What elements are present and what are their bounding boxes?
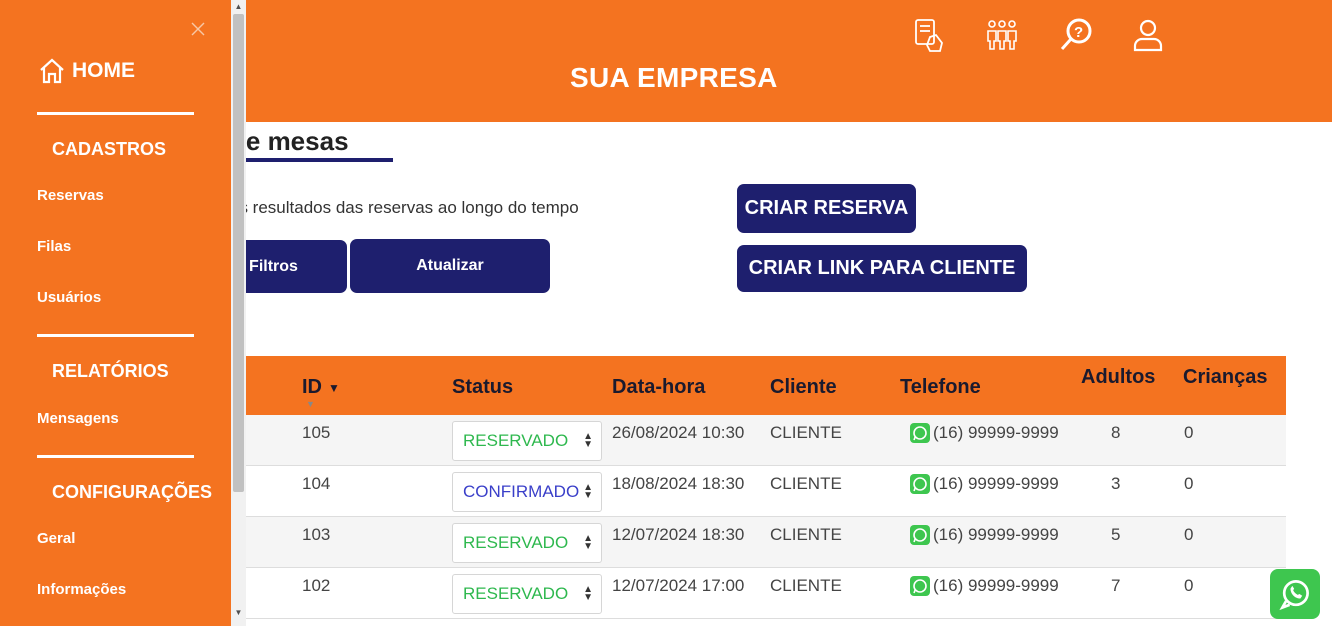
cell-id: 105 (302, 423, 331, 442)
cell-id: 104 (302, 474, 331, 493)
column-header-telefone[interactable]: Telefone (900, 376, 981, 399)
table-row[interactable]: 102 RESERVADO ▲ ▼ 12/07/2024 17:00 CLIENT… (200, 568, 1286, 619)
cell-datahora: 12/07/2024 17:00 (612, 576, 745, 595)
cell-criancas: 0 (1184, 474, 1194, 493)
cell-cliente: CLIENTE (770, 423, 842, 442)
select-caret-icon: ▲ ▼ (583, 584, 593, 603)
sidebar-item-reservas[interactable]: Reservas (37, 187, 104, 204)
status-value: CONFIRMADO (463, 482, 580, 501)
status-select[interactable]: RESERVADO ▲ ▼ (452, 523, 602, 563)
whatsapp-icon[interactable] (910, 576, 930, 596)
cell-datahora: 26/08/2024 10:30 (612, 423, 745, 442)
sidebar-item-informacoes[interactable]: Informações (37, 581, 126, 598)
criar-link-cliente-button[interactable]: CRIAR LINK PARA CLIENTE (737, 245, 1027, 292)
cell-id: 103 (302, 525, 331, 544)
cell-telefone[interactable]: (16) 99999-9999 (933, 576, 1059, 596)
sidebar-divider (37, 334, 194, 337)
whatsapp-icon[interactable] (910, 525, 930, 545)
sidebar-section-cadastros: CADASTROS (52, 139, 167, 159)
scroll-up-icon[interactable]: ▲ (234, 2, 243, 11)
cell-adultos: 3 (1111, 474, 1121, 493)
status-select[interactable]: CONFIRMADO ▲ ▼ (452, 472, 602, 512)
cell-criancas: 0 (1184, 525, 1194, 544)
home-icon (40, 58, 64, 84)
select-caret-icon: ▲ ▼ (583, 533, 593, 552)
cell-cliente: CLIENTE (770, 474, 842, 493)
table-header: ID ▼ Status Data-hora Cliente Telefone Ad… (200, 356, 1286, 415)
column-header-cliente[interactable]: Cliente (770, 376, 837, 399)
cell-criancas: 0 (1184, 576, 1194, 595)
whatsapp-float-button[interactable] (1270, 569, 1320, 619)
sidebar-divider (37, 112, 194, 115)
search-help-icon[interactable]: ? (1059, 17, 1093, 53)
sidebar-home-label: HOME (72, 59, 135, 82)
title-underline (230, 158, 393, 162)
select-caret-icon: ▲ ▼ (583, 431, 593, 450)
page-subtitle: os resultados das reservas ao longo do t… (230, 198, 579, 217)
svg-text:?: ? (1074, 24, 1083, 41)
sidebar-item-mensagens[interactable]: Mensagens (37, 410, 119, 427)
cell-datahora: 18/08/2024 18:30 (612, 474, 745, 493)
scrollbar-thumb[interactable] (233, 14, 244, 492)
sidebar: HOME CADASTROS Reservas Filas Usuários R… (0, 0, 231, 626)
sidebar-scrollbar[interactable]: ▲ ▼ (231, 0, 246, 626)
cell-cliente: CLIENTE (770, 576, 842, 595)
cell-cliente: CLIENTE (770, 525, 842, 544)
user-icon[interactable] (1131, 17, 1165, 53)
cell-datahora: 12/07/2024 18:30 (612, 525, 745, 544)
column-header-id-label: ID (302, 376, 322, 398)
cell-adultos: 7 (1111, 576, 1121, 595)
whatsapp-icon (1279, 580, 1309, 611)
scroll-down-icon[interactable]: ▼ (234, 608, 243, 617)
select-caret-icon: ▲ ▼ (583, 482, 593, 501)
sidebar-section-configuracoes: CONFIGURAÇÕES (52, 482, 213, 502)
sidebar-section-relatorios: RELATÓRIOS (52, 361, 169, 381)
sort-indicator-icon: ▼ (306, 399, 315, 409)
criar-reserva-button[interactable]: CRIAR RESERVA (737, 184, 916, 233)
cell-telefone[interactable]: (16) 99999-9999 (933, 474, 1059, 494)
cell-criancas: 0 (1184, 423, 1194, 442)
sidebar-item-home[interactable]: HOME (38, 57, 135, 85)
sidebar-item-filas[interactable]: Filas (37, 238, 71, 255)
sidebar-item-geral[interactable]: Geral (37, 530, 75, 547)
column-header-id[interactable]: ID ▼ (302, 376, 340, 399)
sidebar-divider (37, 455, 194, 458)
whatsapp-icon[interactable] (910, 474, 930, 494)
status-value: RESERVADO (463, 431, 569, 450)
column-header-datahora[interactable]: Data-hora (612, 376, 705, 399)
app-page: ? SUA EMPRESA de mesas os resultados das… (0, 0, 1332, 626)
cell-adultos: 8 (1111, 423, 1121, 442)
column-header-criancas[interactable]: Crianças (1183, 366, 1268, 389)
status-select[interactable]: RESERVADO ▲ ▼ (452, 574, 602, 614)
cell-telefone[interactable]: (16) 99999-9999 (933, 525, 1059, 545)
page-title-text: de mesas (230, 126, 349, 156)
cell-id: 102 (302, 576, 331, 595)
close-icon[interactable] (189, 20, 207, 38)
whatsapp-icon[interactable] (910, 423, 930, 443)
status-select[interactable]: RESERVADO ▲ ▼ (452, 421, 602, 461)
table-row[interactable]: 103 RESERVADO ▲ ▼ 12/07/2024 18:30 CLIENT… (200, 517, 1286, 568)
sort-desc-icon[interactable]: ▼ (328, 381, 340, 395)
status-value: RESERVADO (463, 584, 569, 603)
sidebar-item-usuarios[interactable]: Usuários (37, 289, 101, 306)
people-group-icon[interactable] (985, 17, 1019, 53)
page-title: de mesas (230, 126, 393, 162)
column-header-status[interactable]: Status (452, 376, 513, 399)
column-header-adultos[interactable]: Adultos (1081, 366, 1155, 389)
table-row[interactable]: 104 CONFIRMADO ▲ ▼ 18/08/2024 18:30 CLIEN… (200, 466, 1286, 517)
tablet-menu-icon[interactable] (912, 17, 946, 53)
cell-adultos: 5 (1111, 525, 1121, 544)
brand-title: SUA EMPRESA (570, 62, 778, 93)
table-row[interactable]: 105 RESERVADO ▲ ▼ 26/08/2024 10:30 CLIENT… (200, 415, 1286, 466)
atualizar-button[interactable]: Atualizar (350, 239, 550, 293)
status-value: RESERVADO (463, 533, 569, 552)
cell-telefone[interactable]: (16) 99999-9999 (933, 423, 1059, 443)
